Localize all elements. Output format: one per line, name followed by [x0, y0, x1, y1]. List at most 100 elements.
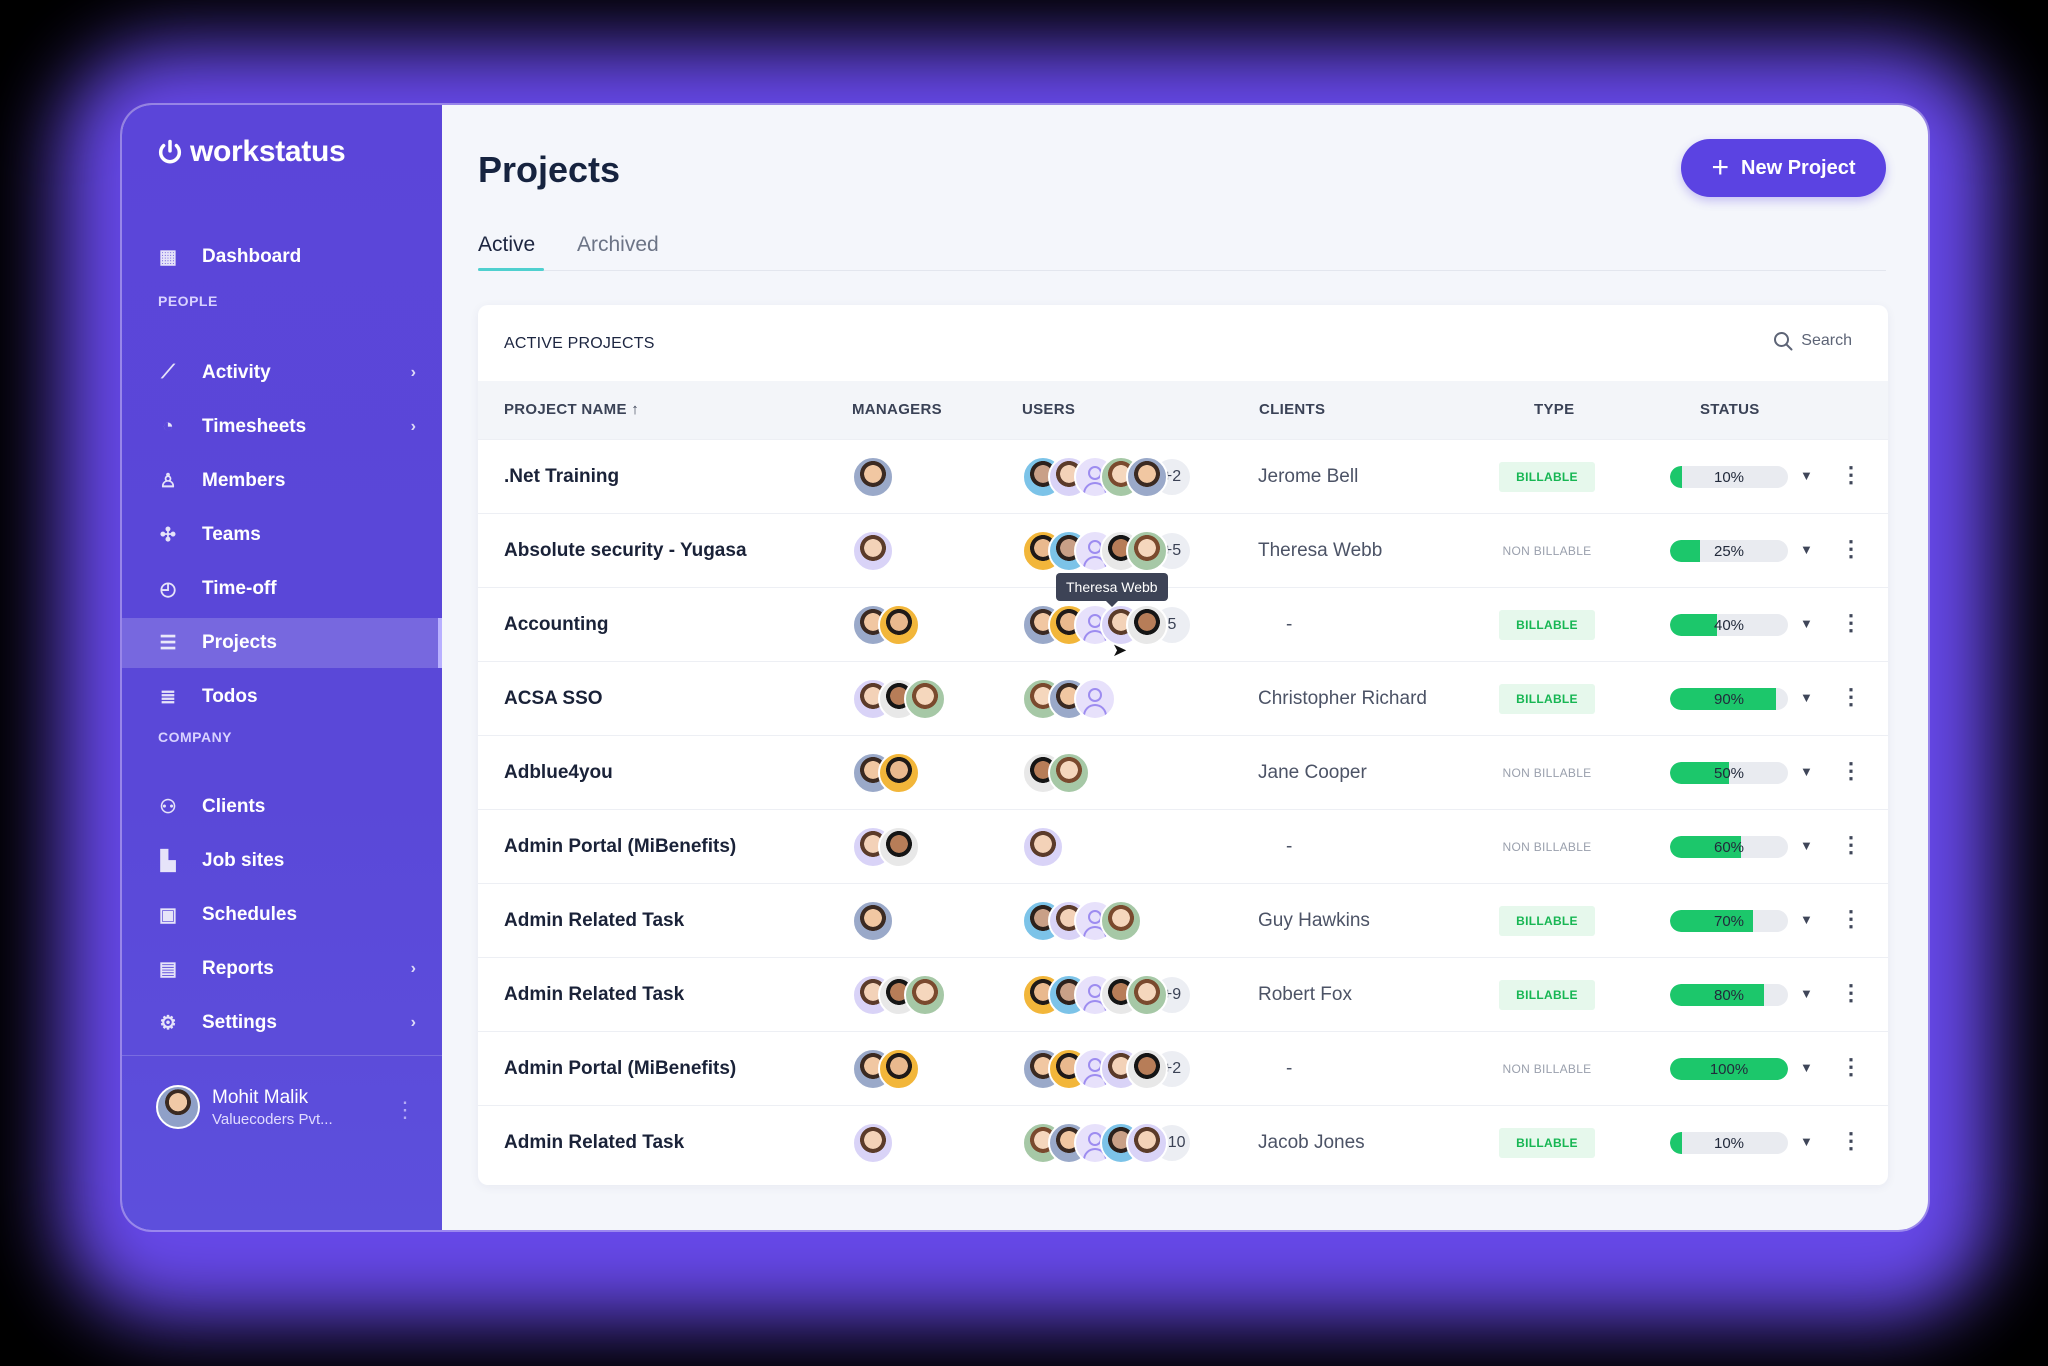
- avatar[interactable]: [1048, 752, 1090, 794]
- avatar[interactable]: [1126, 530, 1168, 572]
- client-name: Jane Cooper: [1258, 762, 1367, 783]
- status-dropdown-icon[interactable]: ▼: [1800, 764, 1813, 779]
- avatar[interactable]: [1126, 1048, 1168, 1090]
- avatar[interactable]: [1074, 678, 1116, 720]
- status-progress: 50%: [1670, 762, 1788, 784]
- user-profile[interactable]: Mohit Malik Valuecoders Pvt...: [156, 1085, 333, 1129]
- project-name[interactable]: ACSA SSO: [504, 688, 603, 710]
- sidebar-item-teams[interactable]: ✣ Teams: [122, 510, 442, 560]
- avatar[interactable]: [852, 530, 894, 572]
- status-dropdown-icon[interactable]: ▼: [1800, 1060, 1813, 1075]
- managers-avatars: [852, 1122, 894, 1164]
- project-name[interactable]: Admin Portal (MiBenefits): [504, 836, 736, 858]
- project-name[interactable]: Absolute security - Yugasa: [504, 540, 747, 562]
- project-name[interactable]: Adblue4you: [504, 762, 613, 784]
- table-row[interactable]: Admin Portal (MiBenefits) +2 - NON BILLABLE…: [478, 1031, 1888, 1105]
- project-name[interactable]: .Net Training: [504, 466, 619, 488]
- row-menu-icon[interactable]: ⋮: [1840, 906, 1862, 932]
- sidebar-item-dashboard[interactable]: ▦ Dashboard: [122, 232, 442, 282]
- chevron-right-icon: ›: [410, 960, 416, 977]
- avatar[interactable]: [1126, 1122, 1168, 1164]
- sidebar-item-todos[interactable]: ≣ Todos: [122, 672, 442, 722]
- avatar: [156, 1085, 200, 1129]
- sidebar-item-settings[interactable]: ⚙ Settings ›: [122, 998, 442, 1048]
- row-menu-icon[interactable]: ⋮: [1840, 462, 1862, 488]
- row-menu-icon[interactable]: ⋮: [1840, 832, 1862, 858]
- avatar[interactable]: [1100, 900, 1142, 942]
- status-dropdown-icon[interactable]: ▼: [1800, 468, 1813, 483]
- table-row[interactable]: Accounting 5 - BILLABLE 40% ▼ ⋮: [478, 587, 1888, 661]
- users-avatars: [1022, 752, 1090, 794]
- client-name: Theresa Webb: [1258, 540, 1383, 561]
- status-dropdown-icon[interactable]: ▼: [1800, 542, 1813, 557]
- table-row[interactable]: .Net Training +2 Jerome Bell BILLABLE 10% ▼ ⋮: [478, 439, 1888, 513]
- table-row[interactable]: Admin Related Task Guy Hawkins BILLABLE 70%…: [478, 883, 1888, 957]
- row-menu-icon[interactable]: ⋮: [1840, 610, 1862, 636]
- avatar[interactable]: [852, 1122, 894, 1164]
- brand-logo[interactable]: workstatus: [156, 135, 346, 169]
- user-menu-icon[interactable]: ⋮: [394, 1097, 416, 1123]
- status-dropdown-icon[interactable]: ▼: [1800, 690, 1813, 705]
- sidebar-item-job-sites[interactable]: ▙ Job sites: [122, 836, 442, 886]
- avatar[interactable]: [878, 1048, 920, 1090]
- row-menu-icon[interactable]: ⋮: [1840, 980, 1862, 1006]
- status-dropdown-icon[interactable]: ▼: [1800, 912, 1813, 927]
- client-name: Christopher Richard: [1258, 688, 1427, 709]
- row-menu-icon[interactable]: ⋮: [1840, 1128, 1862, 1154]
- status-dropdown-icon[interactable]: ▼: [1800, 616, 1813, 631]
- status-dropdown-icon[interactable]: ▼: [1800, 838, 1813, 853]
- project-name[interactable]: Accounting: [504, 614, 609, 636]
- search-label: Search: [1801, 332, 1852, 349]
- sidebar-item-schedules[interactable]: ▣ Schedules: [122, 890, 442, 940]
- sidebar: workstatus ▦ Dashboard ⟋ Activity › ◔ Timeshee…: [122, 105, 442, 1230]
- col-project-name[interactable]: PROJECT NAME ↑: [504, 401, 639, 418]
- progress-label: 100%: [1709, 1061, 1749, 1078]
- avatar[interactable]: [1022, 826, 1064, 868]
- avatar[interactable]: [878, 752, 920, 794]
- row-menu-icon[interactable]: ⋮: [1840, 536, 1862, 562]
- sidebar-item-label: Time-off: [202, 578, 277, 599]
- sidebar-item-clients[interactable]: ⚇ Clients: [122, 782, 442, 832]
- tab-archived[interactable]: Archived: [577, 233, 659, 257]
- sidebar-item-time-off[interactable]: ◴ Time-off: [122, 564, 442, 614]
- row-menu-icon[interactable]: ⋮: [1840, 1054, 1862, 1080]
- table-row[interactable]: Adblue4you Jane Cooper NON BILLABLE 50% ▼ ⋮: [478, 735, 1888, 809]
- project-name[interactable]: Admin Related Task: [504, 910, 684, 932]
- table-row[interactable]: Admin Related Task +9 Robert Fox BILLABLE 80…: [478, 957, 1888, 1031]
- avatar[interactable]: [904, 678, 946, 720]
- avatar[interactable]: [878, 604, 920, 646]
- type-badge: BILLABLE: [1499, 1128, 1595, 1158]
- project-name[interactable]: Admin Related Task: [504, 984, 684, 1006]
- avatar[interactable]: [852, 456, 894, 498]
- sidebar-item-projects[interactable]: ☰ Projects: [122, 618, 442, 668]
- avatar[interactable]: [852, 900, 894, 942]
- table-row[interactable]: Admin Portal (MiBenefits) - NON BILLABLE 60…: [478, 809, 1888, 883]
- users-avatars: [1022, 678, 1116, 720]
- search-box[interactable]: Search: [1773, 331, 1852, 351]
- new-project-button[interactable]: + New Project: [1681, 139, 1886, 197]
- sidebar-item-reports[interactable]: ▤ Reports ›: [122, 944, 442, 994]
- status-progress: 60%: [1670, 836, 1788, 858]
- sidebar-item-members[interactable]: ♙ Members: [122, 456, 442, 506]
- status-progress: 70%: [1670, 910, 1788, 932]
- row-menu-icon[interactable]: ⋮: [1840, 684, 1862, 710]
- avatar[interactable]: [1126, 604, 1168, 646]
- table-row[interactable]: Absolute security - Yugasa +5 Theresa Webb…: [478, 513, 1888, 587]
- sidebar-item-activity[interactable]: ⟋ Activity ›: [122, 348, 442, 398]
- table-row[interactable]: Admin Related Task +10 Jacob Jones BILLABLE…: [478, 1105, 1888, 1179]
- table-row[interactable]: ACSA SSO Christopher Richard BILLABLE 90% ▼ ⋮: [478, 661, 1888, 735]
- status-dropdown-icon[interactable]: ▼: [1800, 986, 1813, 1001]
- todo-icon: ≣: [160, 686, 176, 708]
- avatar[interactable]: [1126, 974, 1168, 1016]
- tab-active[interactable]: Active: [478, 233, 535, 257]
- project-name[interactable]: Admin Portal (MiBenefits): [504, 1058, 736, 1080]
- status-dropdown-icon[interactable]: ▼: [1800, 1134, 1813, 1149]
- pie-chart-icon: ◔: [162, 416, 174, 437]
- avatar[interactable]: [878, 826, 920, 868]
- avatar[interactable]: [1126, 456, 1168, 498]
- avatar[interactable]: [904, 974, 946, 1016]
- project-name[interactable]: Admin Related Task: [504, 1132, 684, 1154]
- sidebar-item-timesheets[interactable]: ◔ Timesheets ›: [122, 402, 442, 452]
- row-menu-icon[interactable]: ⋮: [1840, 758, 1862, 784]
- users-avatars: [1022, 826, 1064, 868]
